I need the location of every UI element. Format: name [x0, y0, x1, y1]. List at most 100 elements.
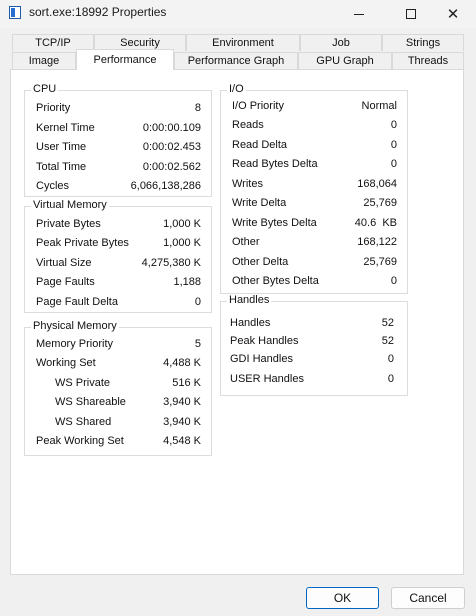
- row-value: 0:00:00.109: [142, 122, 201, 134]
- row-value: 1,000 K: [163, 237, 201, 249]
- row-label: Cycles: [36, 180, 70, 192]
- tab-environment[interactable]: Environment: [186, 34, 300, 51]
- handles-group: Handles Handles 52 Peak Handles 52 GDI Han…: [220, 294, 408, 396]
- row-label: Peak Working Set: [36, 435, 124, 447]
- tab-job[interactable]: Job: [300, 34, 382, 51]
- minimize-button[interactable]: [336, 0, 382, 28]
- row-label: Other Bytes Delta: [232, 275, 319, 287]
- pm-row-working-set: Working Set 4,488 K: [25, 357, 211, 373]
- io-group: I/O I/O Priority Normal Reads 0 Read Delta…: [220, 83, 408, 294]
- maximize-icon: [406, 9, 416, 19]
- tab-strings[interactable]: Strings: [382, 34, 464, 51]
- cpu-row-total-time: Total Time 0:00:02.562: [25, 161, 211, 177]
- row-value: 0:00:02.562: [142, 161, 201, 173]
- cpu-row-kernel-time: Kernel Time 0:00:00.109: [25, 122, 211, 138]
- ok-button[interactable]: OK: [306, 587, 379, 609]
- close-icon: ✕: [446, 5, 460, 23]
- row-label: Read Bytes Delta: [232, 158, 318, 170]
- row-label: Other: [232, 236, 260, 248]
- maximize-button[interactable]: [388, 0, 434, 28]
- row-label: Writes: [232, 178, 263, 190]
- row-label: Virtual Size: [36, 257, 92, 269]
- row-value: 0: [387, 373, 394, 385]
- row-value: 0: [390, 119, 397, 131]
- row-value: 3,940 K: [163, 416, 201, 428]
- physical-memory-group-title: Physical Memory: [31, 320, 119, 332]
- io-row-reads: Reads 0: [221, 119, 407, 135]
- virtual-memory-group-title: Virtual Memory: [31, 199, 109, 211]
- handles-row-user-handles: USER Handles 0: [221, 373, 407, 389]
- row-value: 6,066,138,286: [130, 180, 201, 192]
- performance-panel: CPU Priority 8 Kernel Time 0:00:00.109 Use…: [10, 69, 464, 575]
- row-label: WS Shared: [55, 416, 112, 428]
- row-label: Total Time: [36, 161, 87, 173]
- row-label: WS Shareable: [55, 396, 126, 408]
- row-label: Priority: [36, 102, 71, 114]
- tab-image[interactable]: Image: [12, 52, 76, 69]
- row-value: 0: [390, 275, 397, 287]
- io-row-write-delta: Write Delta 25,769: [221, 197, 407, 213]
- row-value: 0: [390, 139, 397, 151]
- row-value: 516 K: [172, 377, 201, 389]
- cpu-row-user-time: User Time 0:00:02.453: [25, 141, 211, 157]
- vm-row-page-fault-delta: Page Fault Delta 0: [25, 296, 211, 312]
- pm-row-peak-working-set: Peak Working Set 4,548 K: [25, 435, 211, 451]
- row-label: Working Set: [36, 357, 96, 369]
- row-label: WS Private: [55, 377, 111, 389]
- io-group-title: I/O: [227, 83, 246, 95]
- handles-row-handles: Handles 52: [221, 317, 407, 333]
- window-title: sort.exe:18992 Properties: [29, 5, 167, 19]
- io-row-write-bytes-delta: Write Bytes Delta 40.6 KB: [221, 217, 407, 233]
- row-value: 1,000 K: [163, 218, 201, 230]
- row-value: 25,769: [363, 256, 397, 268]
- row-value: 5: [194, 338, 201, 350]
- row-value: 0:00:02.453: [142, 141, 201, 153]
- io-row-writes: Writes 168,064: [221, 178, 407, 194]
- row-label: GDI Handles: [230, 353, 293, 365]
- row-label: Peak Private Bytes: [36, 237, 129, 249]
- handles-row-gdi-handles: GDI Handles 0: [221, 353, 407, 369]
- io-row-io-priority: I/O Priority Normal: [221, 100, 407, 116]
- physical-memory-group: Physical Memory Memory Priority 5 Working…: [24, 320, 212, 456]
- tab-performance[interactable]: Performance: [76, 49, 174, 70]
- title-bar: sort.exe:18992 Properties ✕: [0, 0, 476, 28]
- app-icon: [9, 6, 21, 19]
- tab-gpu-graph[interactable]: GPU Graph: [298, 52, 392, 69]
- vm-row-page-faults: Page Faults 1,188: [25, 276, 211, 292]
- pm-row-memory-priority: Memory Priority 5: [25, 338, 211, 354]
- row-value: 0: [194, 296, 201, 308]
- row-label: Read Delta: [232, 139, 288, 151]
- row-label: Other Delta: [232, 256, 289, 268]
- row-value: 8: [194, 102, 201, 114]
- row-label: Write Delta: [232, 197, 287, 209]
- handles-row-peak-handles: Peak Handles 52: [221, 335, 407, 351]
- row-label: Peak Handles: [230, 335, 299, 347]
- cpu-row-cycles: Cycles 6,066,138,286: [25, 180, 211, 196]
- row-label: Page Fault Delta: [36, 296, 118, 308]
- tab-performance-graph[interactable]: Performance Graph: [174, 52, 298, 69]
- vm-row-peak-private-bytes: Peak Private Bytes 1,000 K: [25, 237, 211, 253]
- row-value: 4,488 K: [163, 357, 201, 369]
- vm-row-virtual-size: Virtual Size 4,275,380 K: [25, 257, 211, 273]
- row-label: Memory Priority: [36, 338, 114, 350]
- io-row-other-bytes-delta: Other Bytes Delta 0: [221, 275, 407, 291]
- row-label: Page Faults: [36, 276, 95, 288]
- row-value: 4,275,380 K: [141, 257, 201, 269]
- io-row-read-delta: Read Delta 0: [221, 139, 407, 155]
- row-label: Handles: [230, 317, 271, 329]
- tab-threads[interactable]: Threads: [392, 52, 464, 69]
- row-label: I/O Priority: [232, 100, 284, 112]
- minimize-icon: [354, 13, 364, 15]
- close-button[interactable]: ✕: [430, 0, 476, 28]
- cpu-row-priority: Priority 8: [25, 102, 211, 118]
- handles-group-title: Handles: [227, 294, 272, 306]
- cancel-button[interactable]: Cancel: [391, 587, 465, 609]
- row-label: Reads: [232, 119, 264, 131]
- row-value: 25,769: [363, 197, 397, 209]
- io-row-read-bytes-delta: Read Bytes Delta 0: [221, 158, 407, 174]
- row-value: 4,548 K: [163, 435, 201, 447]
- row-value: 0: [387, 353, 394, 365]
- row-label: USER Handles: [230, 373, 304, 385]
- row-value: 3,940 K: [163, 396, 201, 408]
- cpu-group-title: CPU: [31, 83, 59, 95]
